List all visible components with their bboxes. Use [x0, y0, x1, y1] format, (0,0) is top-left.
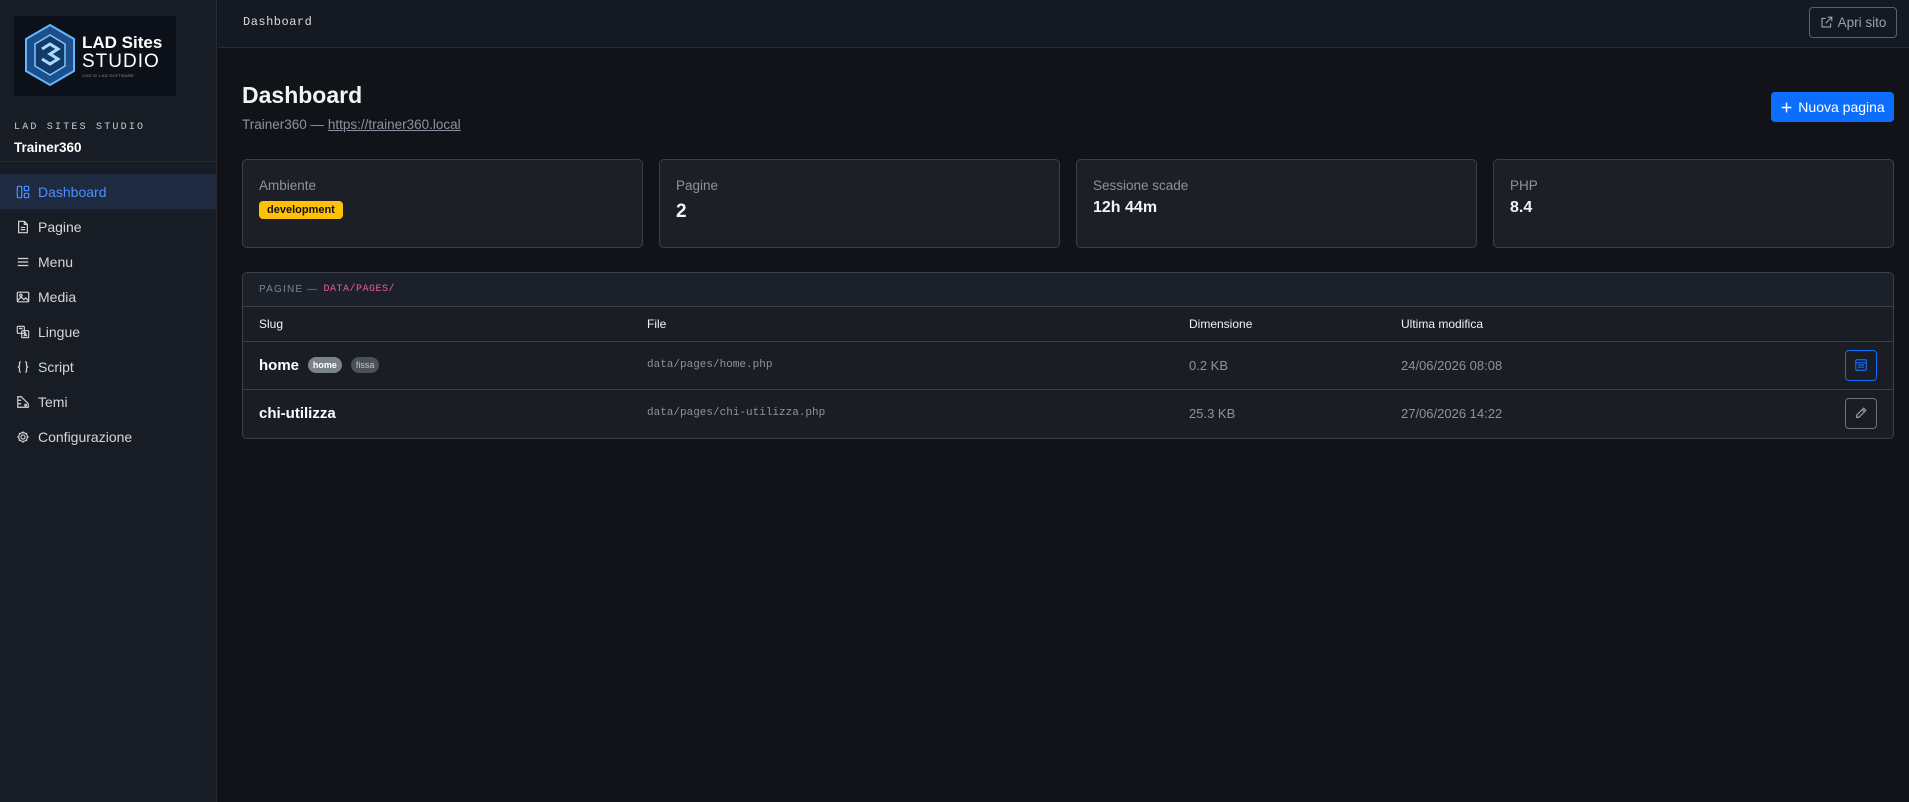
sidebar-item-label: Temi [38, 393, 68, 410]
site-name: Trainer360 [14, 140, 82, 155]
sidebar-nav: Dashboard Pagine Menu Media Lingue Scrip… [0, 174, 216, 454]
open-site-button[interactable]: Apri sito [1809, 7, 1897, 38]
logo-line1: LAD Sites [82, 33, 163, 52]
pages-table-card: PAGINE — DATA/PAGES/ Slug File Dimension… [242, 272, 1894, 439]
brand-subtitle: LAD SITES STUDIO [14, 122, 146, 133]
stats-cards: Ambiente development Pagine 2 Sessione s… [242, 159, 1894, 248]
sidebar-item-label: Menu [38, 253, 74, 270]
cell-size: 0.2 KB [1189, 341, 1401, 390]
column-header-size: Dimensione [1189, 307, 1401, 342]
layout-icon [1855, 359, 1867, 371]
cell-modified: 24/06/2026 08:08 [1401, 341, 1821, 390]
sidebar-item-temi[interactable]: Temi [0, 384, 216, 419]
card-value: 2 [676, 201, 687, 222]
tag-fissa: fissa [350, 356, 380, 373]
card-session: Sessione scade 12h 44m [1076, 159, 1477, 248]
logo-mark-icon [25, 23, 75, 87]
environment-badge: development [259, 201, 343, 219]
topbar-title: Dashboard [243, 15, 313, 29]
table-heading: PAGINE — DATA/PAGES/ [243, 273, 1893, 307]
edit-layout-button[interactable] [1845, 349, 1877, 381]
sidebar-item-configurazione[interactable]: Configurazione [0, 419, 216, 454]
sidebar-item-media[interactable]: Media [0, 279, 216, 314]
sidebar-item-pagine[interactable]: Pagine [0, 209, 216, 244]
file-icon [16, 220, 30, 234]
sidebar-item-label: Dashboard [38, 183, 107, 200]
new-page-label: Nuova pagina [1798, 99, 1885, 115]
sidebar-item-script[interactable]: Script [0, 349, 216, 384]
table-heading-path: DATA/PAGES/ [323, 284, 395, 295]
edit-page-button[interactable] [1845, 397, 1877, 429]
dashboard-icon [16, 185, 30, 199]
logo-line2: STUDIO [82, 51, 160, 72]
sidebar-item-label: Pagine [38, 218, 82, 235]
page-slug: home [259, 356, 300, 374]
column-header-slug: Slug [243, 307, 647, 342]
cell-modified: 27/06/2026 14:22 [1401, 405, 1503, 421]
card-label: Pagine [676, 178, 719, 193]
sidebar-item-dashboard[interactable]: Dashboard [0, 174, 216, 209]
sidebar-item-label: Media [38, 288, 77, 305]
sidebar-item-label: Lingue [38, 323, 81, 340]
table-row: home home fissa data/pages/home.php 0.2 … [243, 341, 1893, 390]
sidebar-item-label: Script [38, 358, 74, 375]
cell-file: data/pages/chi-utilizza.php [647, 407, 826, 420]
topbar: Dashboard Apri sito [218, 0, 1909, 48]
cell-size: 25.3 KB [1189, 405, 1236, 421]
cell-file: data/pages/home.php [647, 341, 1189, 390]
page-title: Dashboard [242, 82, 363, 108]
brand: LAD Sites STUDIO CMS DI LAD SOFTWARE LAD… [0, 0, 216, 162]
new-page-button[interactable]: Nuova pagina [1771, 92, 1894, 122]
table-row: chi-utilizza data/pages/chi-utilizza.php… [243, 389, 1893, 437]
translate-icon [16, 325, 30, 339]
cell-slug: home home fissa [243, 341, 647, 390]
logo-text: LAD Sites STUDIO CMS DI LAD SOFTWARE [82, 34, 162, 78]
plus-icon [1781, 102, 1792, 112]
image-icon [16, 290, 30, 304]
card-label: Sessione scade [1093, 178, 1189, 193]
external-link-icon [1821, 16, 1832, 28]
cell-actions [1821, 341, 1893, 390]
site-url-link[interactable]: https://trainer360.local [328, 117, 461, 132]
sidebar-item-menu[interactable]: Menu [0, 244, 216, 279]
column-header-file: File [647, 307, 1189, 342]
table-heading-label: PAGINE — [259, 284, 319, 295]
site-label: Trainer360 [242, 117, 307, 132]
pencil-icon [1856, 407, 1867, 419]
column-header-actions [1821, 307, 1893, 342]
cell-actions [1821, 389, 1893, 437]
card-label: PHP [1510, 178, 1538, 193]
card-value: 8.4 [1510, 199, 1533, 216]
open-site-label: Apri sito [1837, 15, 1887, 30]
gear-icon [16, 430, 30, 444]
subtitle-separator: — [306, 117, 328, 132]
tag-home: home [307, 356, 342, 373]
card-pages: Pagine 2 [659, 159, 1060, 248]
column-header-modified: Ultima modifica [1401, 307, 1821, 342]
palette-icon [16, 395, 30, 409]
card-environment: Ambiente development [242, 159, 643, 248]
card-value: 12h 44m [1093, 199, 1158, 216]
logo[interactable]: LAD Sites STUDIO CMS DI LAD SOFTWARE [14, 16, 176, 96]
list-icon [16, 255, 30, 269]
sidebar-item-lingue[interactable]: Lingue [0, 314, 216, 349]
sidebar-item-label: Configurazione [38, 428, 133, 445]
card-php: PHP 8.4 [1493, 159, 1894, 248]
logo-line3: CMS DI LAD SOFTWARE [82, 73, 135, 78]
braces-icon [16, 360, 30, 374]
cell-slug: chi-utilizza [243, 389, 647, 437]
pages-table: Slug File Dimensione Ultima modifica hom… [243, 307, 1893, 437]
card-label: Ambiente [259, 178, 317, 193]
table-header-row: Slug File Dimensione Ultima modifica [243, 307, 1893, 342]
sidebar: LAD Sites STUDIO CMS DI LAD SOFTWARE LAD… [0, 0, 217, 802]
page-slug: chi-utilizza [259, 404, 336, 422]
page-subtitle: Trainer360 — https://trainer360.local [242, 117, 461, 132]
